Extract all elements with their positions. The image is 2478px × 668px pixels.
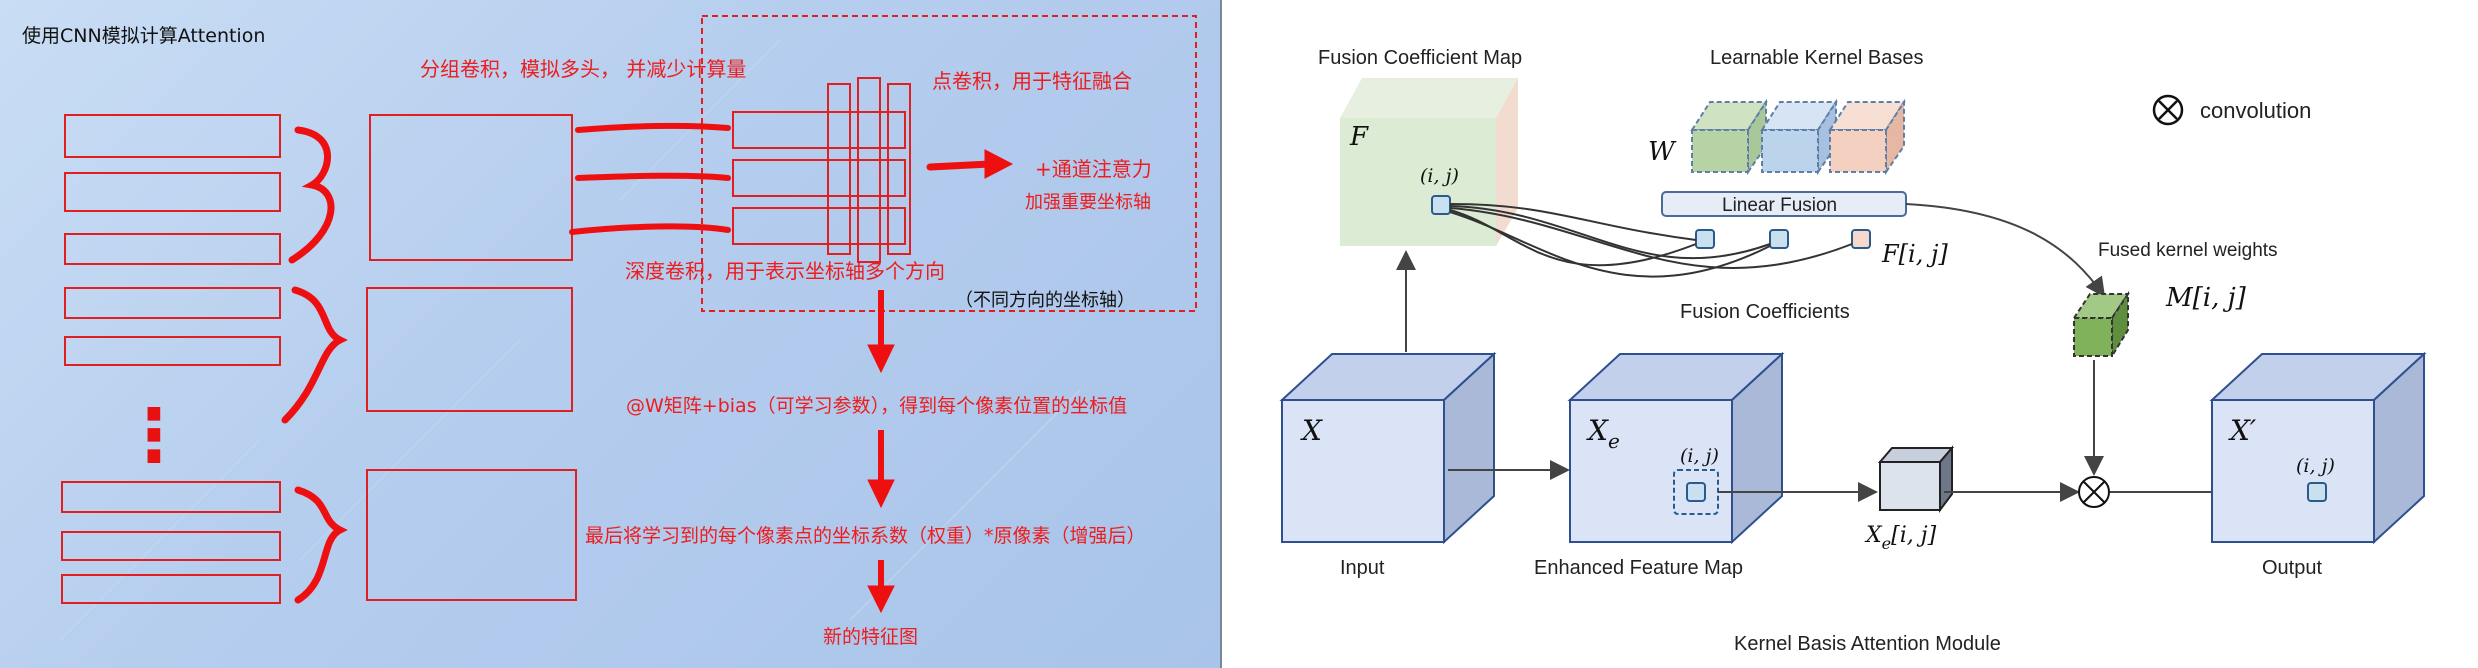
left-annotation-panel: 使用CNN模拟计算Attention ⋮ 分组卷积，模拟多头， 并减少计算量 点… xyxy=(0,0,1220,668)
input-slice xyxy=(61,574,281,604)
f-ij-label: F[i, j] xyxy=(1881,240,1948,268)
fusion-map-ij: (i, j) xyxy=(1420,165,1459,187)
right-diagram: Fusion Coefficient Map F (i, j) Learnabl… xyxy=(1279,47,2427,655)
enhanced-pixel xyxy=(1686,482,1706,502)
input-slice xyxy=(64,336,281,366)
left-title: 使用CNN模拟计算Attention xyxy=(22,25,265,47)
group-conv-label: 分组卷积，模拟多头， 并减少计算量 xyxy=(420,57,746,81)
channel-attn-arrow xyxy=(926,149,1014,179)
fusion-map-label: Fusion Coefficient Map xyxy=(1318,47,1522,69)
point-conv-column xyxy=(887,83,911,255)
input-slice xyxy=(61,481,281,513)
left-diagram: 使用CNN模拟计算Attention ⋮ 分组卷积，模拟多头， 并减少计算量 点… xyxy=(22,15,1197,648)
channel-attn-sublabel: 加强重要坐标轴 xyxy=(1025,192,1151,213)
f-symbol: F xyxy=(1349,122,1369,152)
point-conv-column xyxy=(827,83,851,255)
kernel-base-blue xyxy=(1760,98,1838,176)
group-output-3 xyxy=(366,469,577,601)
x-prime-symbol: X′ xyxy=(2228,414,2257,447)
fused-kernel-cube xyxy=(2072,290,2130,360)
input-slice xyxy=(64,287,281,319)
xe-ij-label: Xe[i, j] xyxy=(1864,523,1937,553)
coefficient-square-3 xyxy=(1851,229,1871,249)
fusion-coefficients-label: Fusion Coefficients xyxy=(1680,301,1850,323)
input-slices-group-3 xyxy=(61,481,281,604)
depth-conv-label: 深度卷积，用于表示坐标轴多个方向 xyxy=(625,259,945,283)
convolution-node xyxy=(2078,476,2110,508)
convolution-icon xyxy=(2152,94,2184,126)
convolution-legend-label: convolution xyxy=(2200,98,2311,123)
output-ij: (i, j) xyxy=(2296,455,2335,477)
kernel-base-green xyxy=(1690,98,1768,176)
enhanced-label: Enhanced Feature Map xyxy=(1534,557,1743,579)
brace-1 xyxy=(288,126,335,264)
input-slice xyxy=(61,531,281,561)
depth-conv-sublabel: （不同方向的坐标轴） xyxy=(955,290,1135,311)
vertical-ellipsis: ⋮ xyxy=(118,393,190,477)
point-conv-blocks xyxy=(732,77,911,263)
input-label: Input xyxy=(1340,557,1385,579)
w-matrix-label: @W矩阵+bias（可学习参数），得到每个像素位置的坐标值 xyxy=(626,395,1127,417)
kernel-basis-attention-diagram: Fusion Coefficient Map F (i, j) Learnabl… xyxy=(1222,0,2478,668)
fusion-coefficient-map xyxy=(1340,78,1518,246)
module-title: Kernel Basis Attention Module xyxy=(1734,633,2001,655)
input-slice xyxy=(64,233,281,265)
watermark-lines xyxy=(59,39,1081,641)
brace-3 xyxy=(294,486,348,604)
linear-fusion-label: Linear Fusion xyxy=(1722,195,1837,216)
fusion-coefficient-squares xyxy=(1695,229,1871,249)
m-ij-label: M[i, j] xyxy=(2165,283,2247,313)
new-feature-label: 新的特征图 xyxy=(823,626,918,648)
input-cube xyxy=(1279,351,1497,545)
input-slices-group-2 xyxy=(64,287,281,366)
coefficient-square-1 xyxy=(1695,229,1715,249)
enhanced-ij: (i, j) xyxy=(1680,445,1719,467)
point-conv-column xyxy=(857,77,881,263)
point-conv-label: 点卷积，用于特征融合 xyxy=(932,69,1132,93)
x-symbol: X xyxy=(1300,414,1323,447)
w-symbol: W xyxy=(1648,137,1677,167)
final-step-label: 最后将学习到的每个像素点的坐标系数（权重）*原像素（增强后） xyxy=(585,525,1146,547)
extracted-patch-cube xyxy=(1877,445,1955,513)
coefficient-square-2 xyxy=(1769,229,1789,249)
input-slice xyxy=(64,114,281,158)
input-slice xyxy=(64,172,281,212)
fused-kernel-label: Fused kernel weights xyxy=(2098,240,2278,261)
group-conv-outputs xyxy=(366,114,577,601)
connector-strokes xyxy=(569,122,731,235)
output-pixel xyxy=(2307,482,2327,502)
down-arrows xyxy=(867,290,895,614)
kernel-bases-label: Learnable Kernel Bases xyxy=(1710,47,1923,69)
group-output-2 xyxy=(366,287,573,412)
brace-2 xyxy=(281,286,348,424)
input-slices-group-1 xyxy=(64,114,281,265)
kernel-base-peach xyxy=(1828,98,1906,176)
fusion-map-pixel xyxy=(1431,195,1451,215)
channel-attn-label: +通道注意力 xyxy=(1035,157,1152,181)
output-cube xyxy=(2209,351,2427,545)
output-label: Output xyxy=(2262,557,2322,579)
group-output-1 xyxy=(369,114,573,261)
